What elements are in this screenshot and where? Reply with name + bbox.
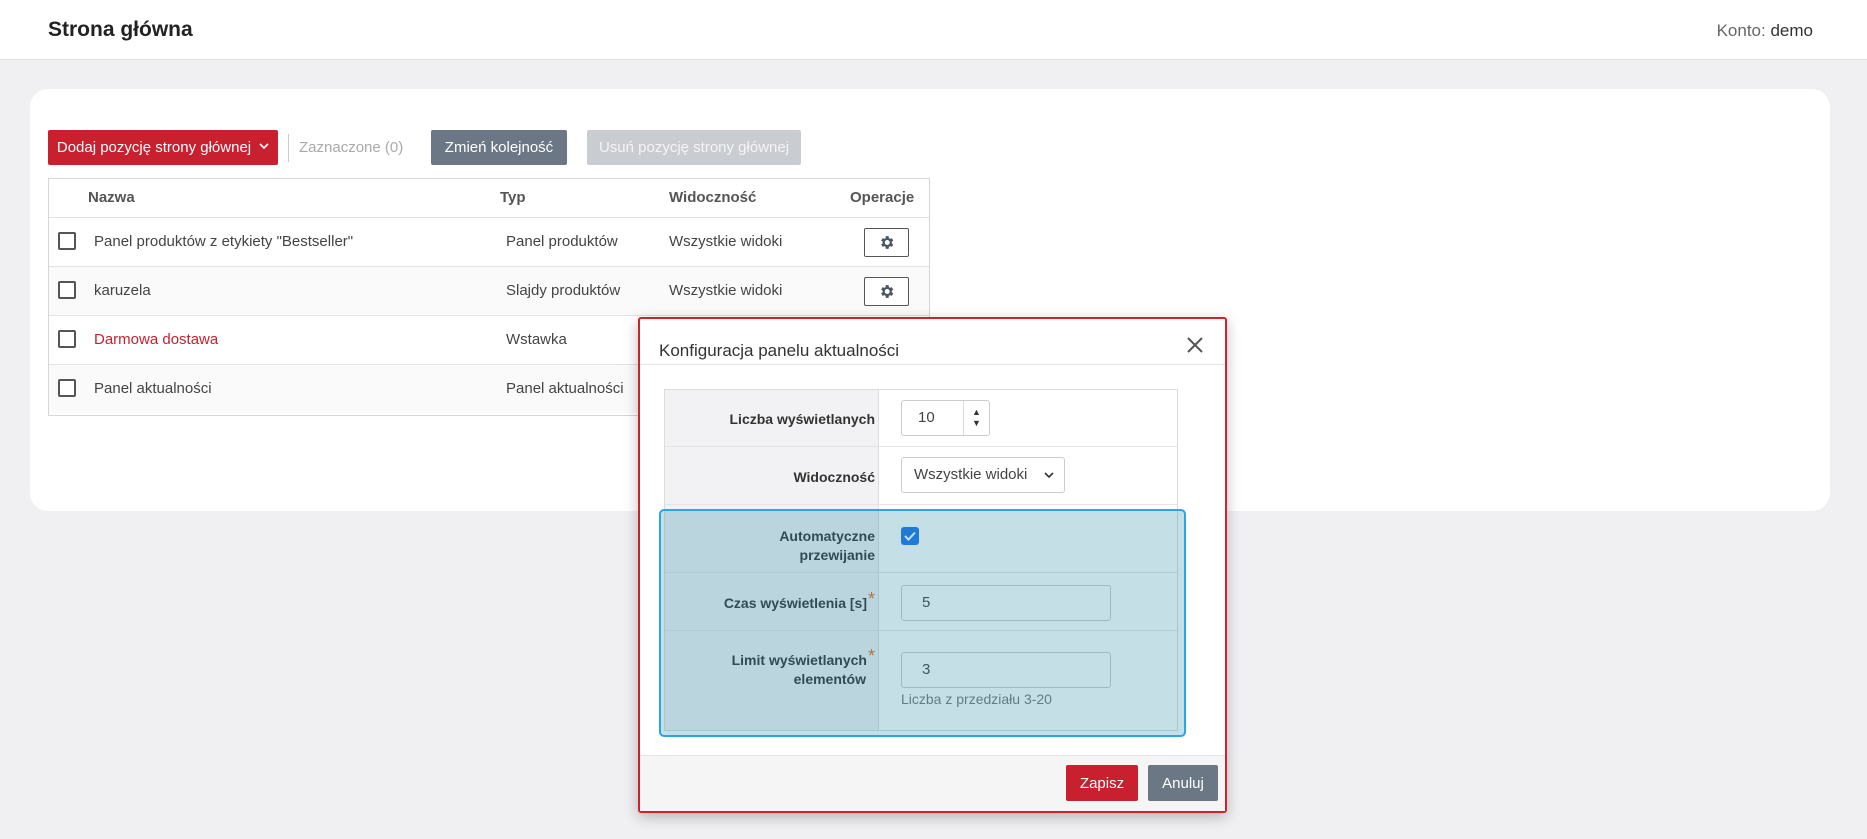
spin-down-icon[interactable]: ▼ (972, 418, 981, 429)
dialog-title: Konfiguracja panelu aktualności (659, 341, 900, 360)
row-name: Panel produktów z etykiety "Bestseller" (94, 233, 354, 250)
row-type: Panel aktualności (506, 380, 624, 397)
page-title: Strona główna (48, 18, 193, 41)
limit-label-line1: Limit wyświetlanych (731, 652, 867, 668)
item-limit-value: 3 (922, 661, 931, 678)
top-bar: Strona główna Konto: demo (0, 0, 1867, 60)
required-mark: * (867, 646, 875, 666)
account-info[interactable]: Konto: demo (1717, 21, 1813, 41)
spin-up-icon[interactable]: ▲ (972, 407, 981, 418)
add-homepage-item-button[interactable]: Dodaj pozycję strony głównej (48, 130, 278, 165)
row-name-link[interactable]: Darmowa dostawa (94, 331, 218, 348)
dialog-footer: Zapisz Anuluj (640, 755, 1225, 811)
visibility-value: Wszystkie widoki (914, 466, 1028, 483)
row-name: Panel aktualności (94, 380, 212, 397)
count-value: 10 (918, 409, 935, 426)
dialog-divider (640, 364, 1225, 365)
limit-label-line2: elementów (793, 671, 866, 687)
column-header-name: Nazwa (88, 189, 135, 206)
display-time-value: 5 (922, 594, 931, 611)
autoscroll-checkbox[interactable] (901, 527, 919, 545)
table-row: Panel produktów z etykiety "Bestseller" … (49, 217, 929, 266)
account-user: demo (1770, 21, 1813, 40)
account-label: Konto: (1716, 21, 1766, 40)
chevron-down-icon (259, 141, 269, 153)
form-row-divider (665, 446, 1177, 447)
column-header-visibility: Widoczność (669, 189, 757, 206)
delete-homepage-item-button[interactable]: Usuń pozycję strony głównej (587, 130, 801, 165)
column-header-type: Typ (500, 189, 526, 206)
toolbar-divider (288, 134, 289, 162)
row-settings-button[interactable] (864, 277, 909, 306)
add-button-label: Dodaj pozycję strony głównej (56, 139, 252, 156)
row-checkbox[interactable] (58, 281, 76, 299)
reorder-button[interactable]: Zmień kolejność (431, 130, 567, 165)
autoscroll-label: Automatyczne przewijanie (779, 527, 875, 565)
autoscroll-label-line2: przewijanie (799, 547, 875, 563)
row-checkbox[interactable] (58, 330, 76, 348)
gear-icon (881, 285, 894, 298)
row-name: karuzela (94, 282, 151, 299)
news-panel-config-dialog: Konfiguracja panelu aktualności Liczba w… (638, 317, 1227, 813)
row-settings-button[interactable] (864, 228, 909, 257)
table-row: karuzela Slajdy produktów Wszystkie wido… (49, 266, 929, 315)
item-limit-input[interactable]: 3 (901, 652, 1111, 688)
limit-label: Limit wyświetlanych* elementów (731, 647, 875, 689)
row-visibility: Wszystkie widoki (669, 233, 783, 250)
row-type: Panel produktów (506, 233, 618, 250)
required-mark: * (867, 589, 875, 609)
visibility-label: Widoczność (793, 469, 875, 485)
save-button[interactable]: Zapisz (1066, 765, 1138, 801)
count-label: Liczba wyświetlanych (729, 411, 876, 427)
form-row-divider (665, 504, 1177, 505)
row-type: Wstawka (506, 331, 567, 348)
stepper-spin[interactable]: ▲ ▼ (963, 401, 989, 435)
time-label-text: Czas wyświetlenia [s] (723, 595, 867, 611)
config-form: Liczba wyświetlanych 10 ▲ ▼ Widoczność W… (664, 389, 1178, 731)
form-row-divider (665, 572, 1177, 573)
limit-hint: Liczba z przedziału 3-20 (901, 691, 1052, 707)
count-stepper[interactable]: 10 ▲ ▼ (901, 400, 990, 436)
cancel-button[interactable]: Anuluj (1148, 765, 1218, 801)
row-type: Slajdy produktów (506, 282, 621, 299)
row-checkbox[interactable] (58, 232, 76, 250)
selected-count: Zaznaczone (0) (299, 139, 404, 156)
chevron-down-icon (1043, 467, 1055, 488)
time-label: Czas wyświetlenia [s]* (723, 590, 875, 613)
close-icon[interactable] (1181, 331, 1209, 359)
column-header-operations: Operacje (850, 189, 915, 206)
display-time-input[interactable]: 5 (901, 585, 1111, 621)
row-visibility: Wszystkie widoki (669, 282, 783, 299)
row-checkbox[interactable] (58, 379, 76, 397)
gear-icon (881, 236, 894, 249)
check-icon (904, 531, 916, 541)
visibility-select[interactable]: Wszystkie widoki (901, 457, 1065, 493)
form-row-divider (665, 630, 1177, 631)
autoscroll-label-line1: Automatyczne (779, 528, 875, 544)
